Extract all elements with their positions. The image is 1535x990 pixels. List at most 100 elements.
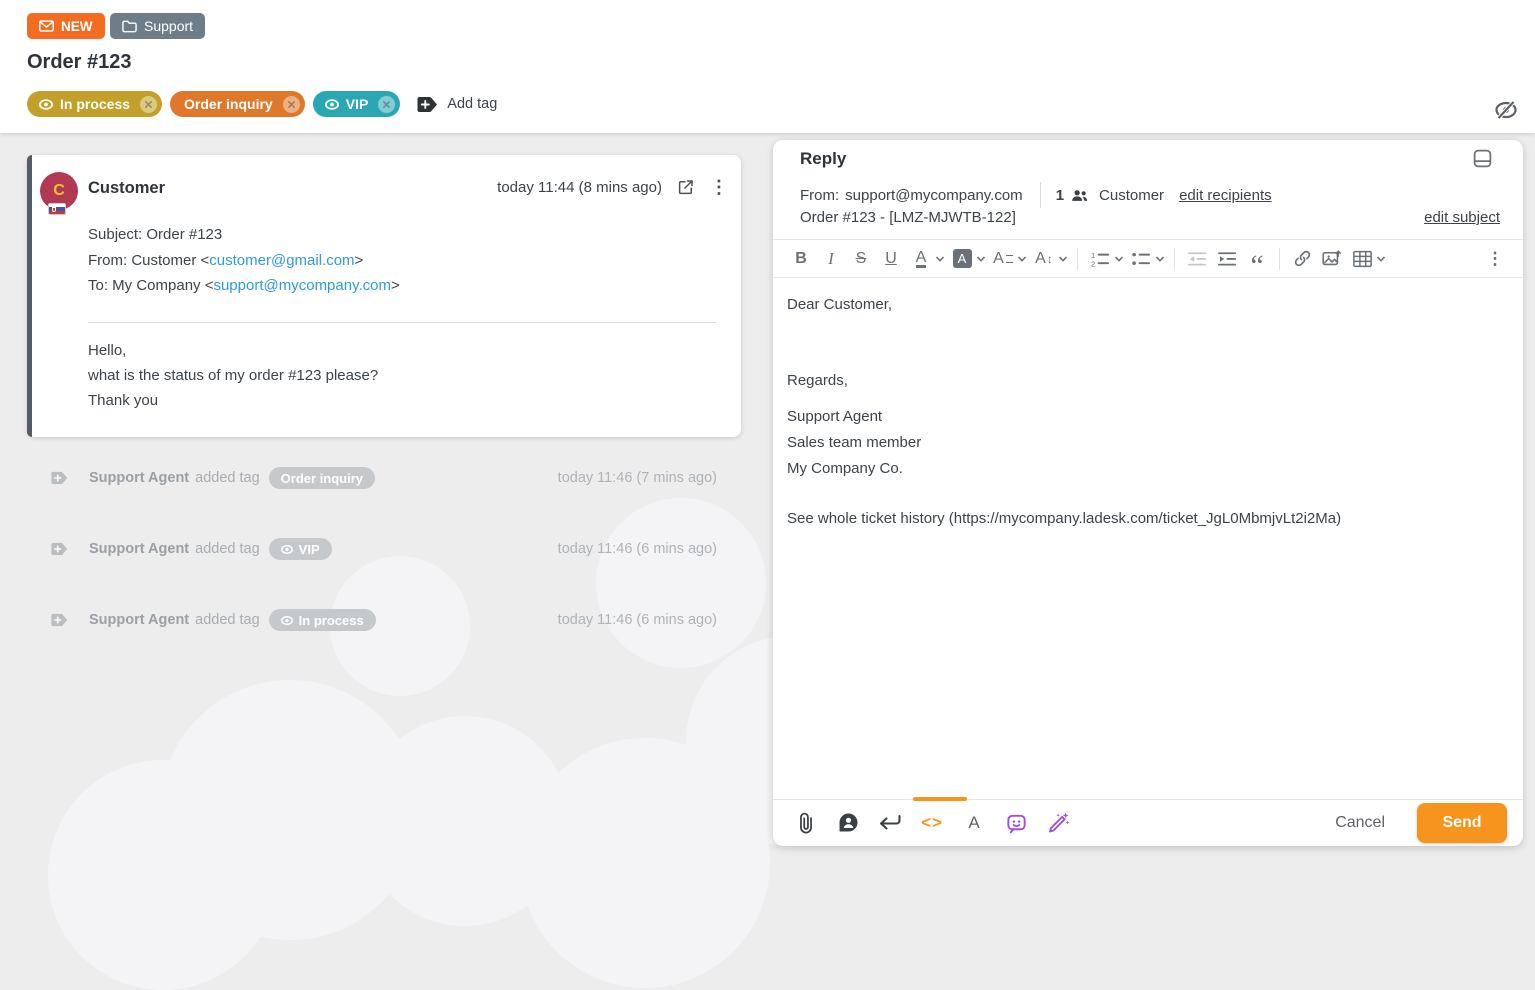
background-color-dropdown-icon[interactable] xyxy=(976,255,986,263)
timeline-tag-pill: VIP xyxy=(269,538,332,560)
link-button[interactable] xyxy=(1290,244,1314,274)
timeline-agent: Support Agent xyxy=(89,612,189,628)
timeline-action: added tag xyxy=(195,541,260,557)
sender-name: Customer xyxy=(88,179,165,198)
timeline-agent: Support Agent xyxy=(89,541,189,557)
timeline-row: Support Agent added tag VIP today 11:46 … xyxy=(27,535,717,563)
font-color-button[interactable]: A xyxy=(916,250,927,268)
ai-assist-icon[interactable] xyxy=(1045,810,1071,836)
send-button[interactable]: Send xyxy=(1417,803,1507,843)
message-menu-icon[interactable]: ⋮ xyxy=(710,178,728,196)
from-label: From: xyxy=(800,187,839,204)
background-color-button[interactable]: A xyxy=(953,249,972,268)
status-badge-new[interactable]: NEW xyxy=(27,13,105,39)
card-accent-bar xyxy=(27,155,32,437)
tag-in-process[interactable]: In process xyxy=(27,91,162,117)
remove-tag-icon[interactable] xyxy=(140,96,157,113)
signature-company: My Company Co. xyxy=(787,456,1499,482)
avatar-letter: C xyxy=(53,182,65,200)
eye-icon xyxy=(281,616,293,625)
timeline-row: Support Agent added tag In process today… xyxy=(27,606,717,634)
timeline-timestamp: today 11:46 (7 mins ago) xyxy=(558,470,717,486)
department-label: Support xyxy=(144,18,193,34)
remove-tag-icon[interactable] xyxy=(378,96,395,113)
department-button[interactable]: Support xyxy=(110,13,205,39)
chatbot-icon[interactable] xyxy=(1003,810,1029,836)
background-cloud xyxy=(596,498,766,668)
bulleted-list-dropdown-icon[interactable] xyxy=(1155,255,1165,263)
add-tag-button[interactable]: Add tag xyxy=(417,96,497,113)
outdent-button[interactable] xyxy=(1185,244,1209,274)
to-email-link[interactable]: support@mycompany.com xyxy=(213,277,391,294)
timeline-agent: Support Agent xyxy=(89,470,189,486)
signature-role: Sales team member xyxy=(787,430,1499,456)
insert-table-dropdown-icon[interactable] xyxy=(1376,255,1386,263)
tag-label: In process xyxy=(60,96,130,112)
font-family-button[interactable]: A xyxy=(991,244,1015,274)
font-family-dropdown-icon[interactable] xyxy=(1017,255,1027,263)
tag-vip[interactable]: VIP xyxy=(313,91,401,117)
reply-panel: Reply From: support@mycompany.com 1 Cust… xyxy=(773,140,1523,846)
reply-footer: <> A Cancel Send xyxy=(773,799,1523,846)
indent-button[interactable] xyxy=(1215,244,1239,274)
divider xyxy=(1279,248,1280,270)
slovakia-flag-icon xyxy=(48,203,66,215)
stop-watching-icon[interactable] xyxy=(1494,98,1518,122)
collapse-editor-icon[interactable] xyxy=(1472,148,1493,169)
numbered-list-dropdown-icon[interactable] xyxy=(1114,255,1124,263)
recipients-icon xyxy=(1071,188,1088,203)
font-color-dropdown-icon[interactable] xyxy=(935,255,945,263)
timeline-timestamp: today 11:46 (6 mins ago) xyxy=(558,541,717,557)
customer-message-card: C Customer today 11:44 (8 mins ago) ⋮ Su… xyxy=(27,155,741,437)
mail-headers: Subject: Order #123 From: Customer <cust… xyxy=(88,222,400,299)
divider xyxy=(1077,248,1078,270)
divider xyxy=(1174,248,1175,270)
mail-body: Hello, what is the status of my order #1… xyxy=(88,338,378,413)
insert-image-button[interactable] xyxy=(1320,244,1344,274)
italic-button[interactable]: I xyxy=(819,244,843,274)
code-view-icon[interactable]: <> xyxy=(919,810,945,836)
blockquote-button[interactable]: “ xyxy=(1245,244,1269,274)
tag-added-icon xyxy=(51,542,68,556)
reply-subject: Order #123 - [LMZ-MJWTB-122] xyxy=(800,209,1016,226)
open-in-new-icon[interactable] xyxy=(677,178,695,196)
canned-messages-icon[interactable] xyxy=(835,810,861,836)
from-email-link[interactable]: customer@gmail.com xyxy=(209,252,354,269)
bulleted-list-button[interactable] xyxy=(1129,244,1153,274)
mail-to-line: To: My Company <support@mycompany.com> xyxy=(88,273,400,299)
remove-tag-icon[interactable] xyxy=(283,96,300,113)
tag-added-icon xyxy=(51,613,68,627)
signature-name: Support Agent xyxy=(787,404,1499,430)
attach-file-icon[interactable] xyxy=(793,810,819,836)
active-mode-indicator xyxy=(913,797,967,801)
folder-icon xyxy=(122,20,137,33)
cancel-button[interactable]: Cancel xyxy=(1335,814,1385,832)
underline-button[interactable]: U xyxy=(879,244,903,274)
recipients-count: 1 xyxy=(1056,187,1064,204)
divider xyxy=(88,322,716,323)
message-timestamp: today 11:44 (8 mins ago) xyxy=(497,179,662,196)
add-tag-icon xyxy=(417,96,438,113)
toolbar-more-options-icon[interactable]: ⋮ xyxy=(1483,244,1507,274)
font-size-dropdown-icon[interactable] xyxy=(1058,255,1068,263)
insert-reply-icon[interactable] xyxy=(877,810,903,836)
edit-recipients-link[interactable]: edit recipients xyxy=(1179,187,1272,204)
reply-regards: Regards, xyxy=(787,368,1499,394)
plain-text-icon[interactable]: A xyxy=(961,810,987,836)
font-size-button[interactable]: A↕ xyxy=(1032,244,1056,274)
timeline-tag-pill: Order inquiry xyxy=(269,467,375,489)
divider xyxy=(1040,182,1041,208)
background-cloud xyxy=(48,760,278,990)
bold-button[interactable]: B xyxy=(789,244,813,274)
tag-order-inquiry[interactable]: Order inquiry xyxy=(170,91,305,117)
edit-subject-link[interactable]: edit subject xyxy=(1424,209,1500,226)
tag-label: Order inquiry xyxy=(184,96,273,112)
reply-from-email: support@mycompany.com xyxy=(845,187,1023,204)
tags-row: In process Order inquiry VIP Add tag xyxy=(27,91,497,117)
font-family-lines-icon xyxy=(1006,255,1013,263)
mail-from-line: From: Customer <customer@gmail.com> xyxy=(88,248,400,274)
numbered-list-button[interactable]: 12 xyxy=(1088,244,1112,274)
strikethrough-button[interactable]: S xyxy=(849,244,873,274)
reply-body-editor[interactable]: Dear Customer, Regards, Support Agent Sa… xyxy=(787,292,1499,532)
insert-table-button[interactable] xyxy=(1350,244,1374,274)
